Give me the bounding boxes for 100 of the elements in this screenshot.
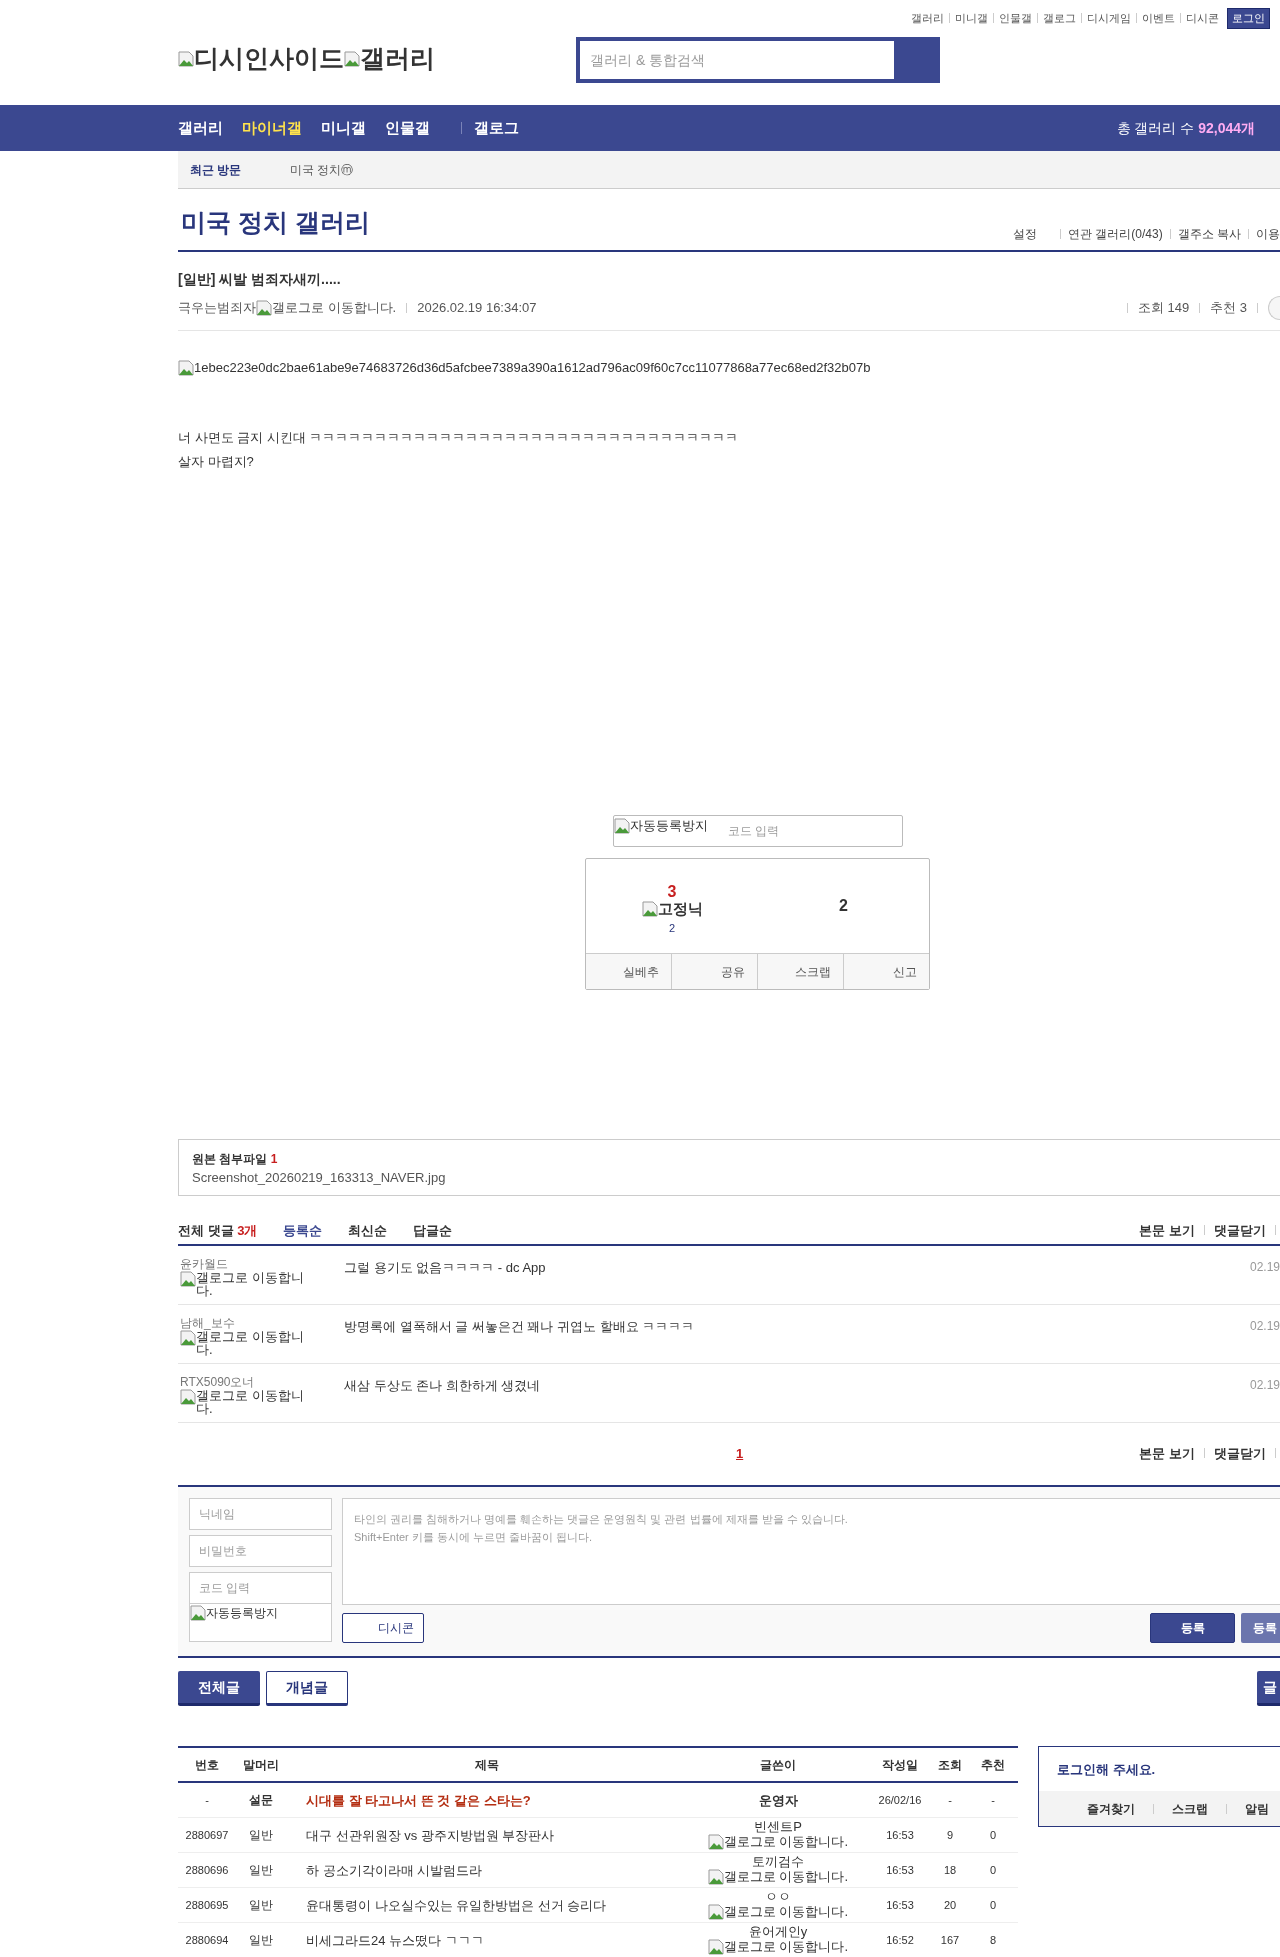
gallery-link[interactable]: 갤주소 복사: [1177, 225, 1241, 243]
gallery-link[interactable]: 연관 갤러리(0/43): [1067, 225, 1163, 243]
table-cell-text: 2880694: [184, 1933, 230, 1948]
vote-action-button[interactable]: 실베추: [586, 954, 671, 990]
post-link[interactable]: 대구 선관위원장 vs 광주지방법원 부장판사: [306, 1827, 555, 1843]
broken-image-icon: [178, 50, 194, 67]
login-box-link[interactable]: 스크랩: [1172, 1799, 1208, 1818]
image-alt-text: 갤로그로 이동합니다.: [272, 299, 397, 318]
list-tab[interactable]: 개념글: [266, 1671, 348, 1707]
broken-image-icon: [180, 1389, 196, 1406]
list-tab[interactable]: 전체글: [178, 1671, 260, 1707]
comment-link[interactable]: 댓글닫기: [1214, 1220, 1266, 1240]
top-link[interactable]: 갤로그: [1043, 10, 1076, 27]
top-link[interactable]: 미니갤: [955, 10, 988, 27]
vote-action-button[interactable]: 공유: [671, 954, 757, 990]
view-count: 조회 149: [1137, 299, 1190, 318]
table-cell-text: 16:52: [885, 1933, 915, 1948]
column-header: 작성일: [881, 1756, 919, 1774]
attachment-label: 원본 첨부파일 1: [192, 1151, 279, 1169]
table-cell-text: 0: [988, 1898, 998, 1913]
writer-name[interactable]: 윤어게인y: [748, 1925, 808, 1940]
code-field[interactable]: 코드 입력: [189, 1572, 332, 1605]
fixed-count: 2: [668, 920, 676, 936]
table-cell-text: 8: [988, 1933, 998, 1948]
page-link[interactable]: 1: [736, 1443, 744, 1463]
write-button[interactable]: 글: [1257, 1671, 1280, 1707]
comment-author[interactable]: 남해_보수: [180, 1317, 304, 1331]
captcha-field[interactable]: 자동등록방지 코드 입력: [613, 815, 903, 848]
table-cell-text: 0: [988, 1863, 998, 1878]
comment-link[interactable]: 댓글닫기: [1214, 1443, 1266, 1463]
nav-tab[interactable]: 마이너갤: [242, 116, 302, 140]
table-cell-text: 167: [939, 1933, 961, 1948]
post-date: 2026.02.19 16:34:07: [417, 299, 537, 318]
image-alt-text: 디시인사이드: [194, 43, 344, 74]
image-alt-text: 갤로그로 이동합니다.: [723, 1940, 849, 1955]
author-name[interactable]: 극우는범죄자: [178, 298, 256, 318]
post-link[interactable]: 비세그라드24 뉴스떴다 ㄱㄱㄱ: [306, 1932, 484, 1948]
top-link[interactable]: 인물갤: [999, 10, 1032, 27]
image-alt-text: 고정닉: [657, 900, 703, 917]
code-field[interactable]: 코드 입력: [728, 816, 838, 847]
recent-item[interactable]: 미국 정치ⓜ: [290, 160, 354, 179]
table-cell-text: 26/02/16: [877, 1793, 923, 1808]
writer-name[interactable]: 토끼검수: [752, 1855, 804, 1870]
broken-image-icon: [707, 1904, 724, 1921]
sort-tab[interactable]: 답글순: [413, 1220, 453, 1240]
image-alt-text: 1ebec223e0dc2bae61abe9e74683726d36d5afcbee7389a390a1612ad796ac09f60c7cc11077868a77ec68ed2f32b07b: [194, 359, 871, 377]
broken-image-icon: [344, 50, 360, 67]
image-alt-text: 갤로그로 이동합니다.: [196, 1271, 304, 1298]
table-cell-text: 일반: [248, 1827, 274, 1845]
recommend-count: 추천 3: [1210, 299, 1247, 318]
comment-author[interactable]: 윤카월드: [180, 1258, 304, 1272]
password-field[interactable]: 비밀번호: [189, 1535, 332, 1568]
post-link[interactable]: 시대를 잘 타고나서 뜬 것 같은 스타는?: [306, 1792, 531, 1808]
broken-image-icon: [641, 900, 658, 917]
nav-tab[interactable]: 갤러리: [178, 116, 223, 140]
top-link[interactable]: 디시콘: [1186, 10, 1219, 27]
search-field[interactable]: 갤러리 & 통합검색: [576, 37, 940, 83]
comment-author[interactable]: RTX5090오너: [180, 1376, 304, 1390]
attachment-file[interactable]: Screenshot_20260219_163313_NAVER.jpg: [192, 1170, 446, 1186]
column-header: 번호: [194, 1756, 220, 1774]
sort-tab[interactable]: 최신순: [348, 1220, 388, 1240]
post-link[interactable]: 하 공소기각이라매 시발럼드라: [306, 1862, 483, 1878]
comment-date: 02.19: [1249, 1259, 1280, 1277]
top-link[interactable]: 갤러리: [911, 10, 944, 27]
comment-link[interactable]: 본문 보기: [1139, 1443, 1195, 1463]
comment-text: 방명록에 열폭해서 글 써놓은건 꽤나 귀엽노 할배요 ㅋㅋㅋㅋ: [344, 1318, 696, 1337]
writer-name[interactable]: 운영자: [688, 1790, 868, 1810]
upvote-count: 3: [667, 882, 677, 901]
comment-textarea[interactable]: 타인의 권리를 침해하거나 명예를 훼손하는 댓글은 운영원칙 및 관련 법률에 제재를 받을 수 있습니다. Shift+Enter 키를 동시에 누르면 줄바꿈이 됩니다.: [342, 1498, 1280, 1606]
writer-name[interactable]: 빈센트P: [754, 1820, 802, 1835]
gallery-title[interactable]: 미국 정치 갤러리: [181, 203, 370, 241]
login-box-link[interactable]: 즐겨찾기: [1087, 1799, 1135, 1818]
nav-tab[interactable]: 미니갤: [321, 116, 366, 140]
column-header: 조회: [937, 1756, 963, 1774]
post-link[interactable]: 윤대통령이 나오실수있는 유일한방법은 선거 승리다: [306, 1897, 607, 1913]
dccon-button[interactable]: 디시콘: [342, 1613, 424, 1644]
vote-action-button[interactable]: 신고: [843, 954, 929, 990]
image-alt-text: 갤로그로 이동합니다.: [196, 1330, 304, 1357]
gallery-link[interactable]: 이용: [1256, 225, 1280, 243]
downvote-count: 2: [839, 896, 848, 917]
writer-name[interactable]: ㅇㅇ: [765, 1890, 791, 1905]
table-cell-text: -: [947, 1793, 953, 1808]
nickname-field[interactable]: 닉네임: [189, 1498, 332, 1531]
nav-tab[interactable]: 갤로그: [474, 116, 519, 140]
broken-image-icon: [178, 359, 194, 376]
sort-tab[interactable]: 등록순: [283, 1220, 323, 1240]
table-cell-text: 16:53: [885, 1863, 915, 1878]
top-link[interactable]: 이벤트: [1142, 10, 1175, 27]
login-box-link[interactable]: 알림: [1245, 1799, 1269, 1818]
column-header: 글쓴이: [759, 1756, 797, 1774]
top-link[interactable]: 디시게임: [1087, 10, 1131, 27]
submit-recommend-button[interactable]: 등록: [1241, 1613, 1280, 1644]
gallery-link[interactable]: 설정: [1012, 225, 1037, 243]
comment-link[interactable]: 본문 보기: [1139, 1220, 1195, 1240]
table-cell-text: 0: [988, 1828, 998, 1843]
login-button[interactable]: 로그인: [1227, 8, 1270, 29]
nav-tab[interactable]: 인물갤: [385, 116, 430, 140]
vote-action-button[interactable]: 스크랩: [757, 954, 843, 990]
circle-button[interactable]: [1268, 296, 1280, 320]
submit-button[interactable]: 등록: [1150, 1613, 1235, 1644]
